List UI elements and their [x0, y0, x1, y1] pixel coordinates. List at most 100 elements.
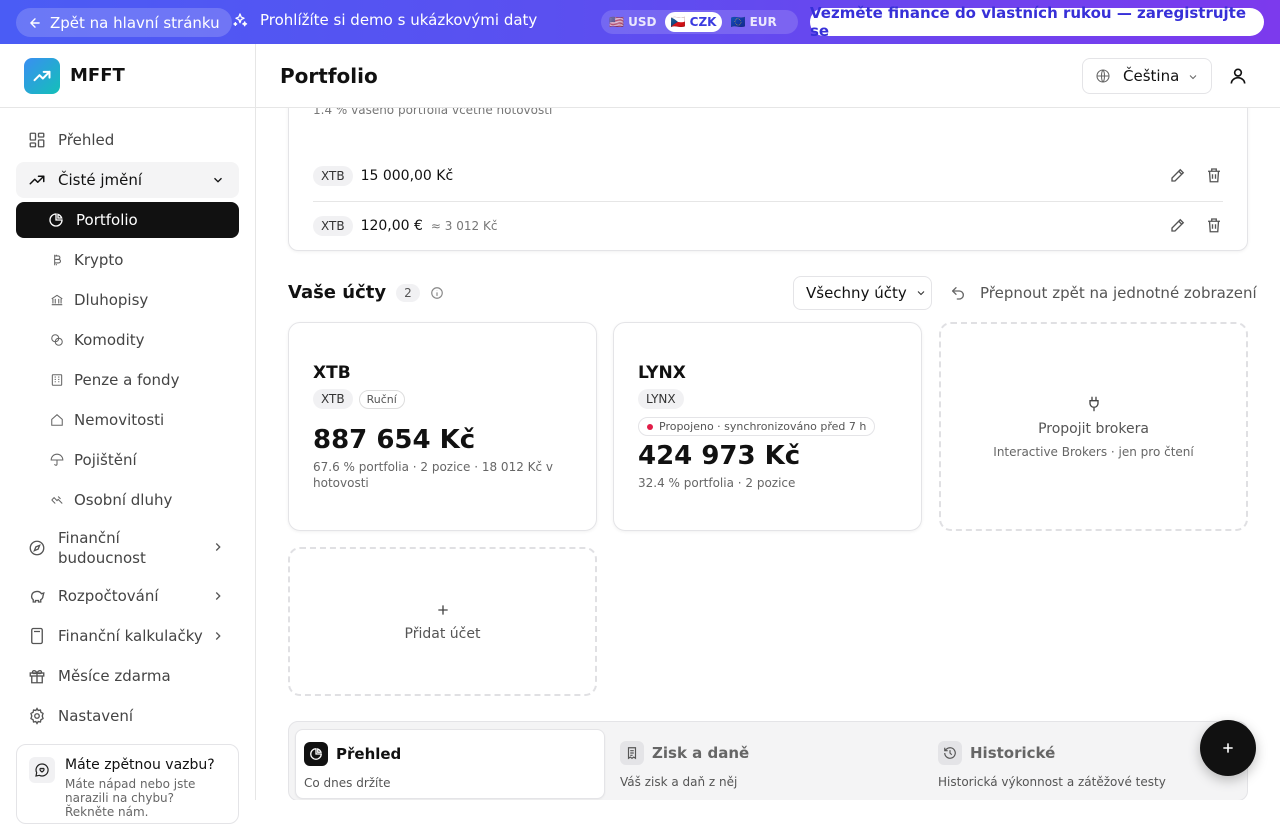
account-tag: XTB: [313, 389, 353, 409]
sidebar-item-label: Komodity: [74, 331, 145, 349]
gift-icon: [28, 667, 46, 685]
sidebar-item-nemovitosti[interactable]: Nemovitosti: [16, 402, 239, 438]
back-to-home-button[interactable]: Zpět na hlavní stránku: [16, 8, 232, 37]
compass-icon: [28, 539, 46, 557]
tab-subtitle: Historická výkonnost a zátěžové testy: [938, 775, 1166, 789]
sidebar-item-label: Přehled: [58, 131, 115, 149]
pie-chart-icon: [304, 742, 328, 766]
sidebar-nav: Přehled Čisté jmění Portfolio Krypto Dlu…: [16, 122, 239, 738]
cash-converted: ≈ 3 012 Kč: [430, 218, 498, 233]
account-mode-badge: Ruční: [358, 389, 405, 409]
currency-usd-button[interactable]: 🇺🇸 USD: [603, 12, 663, 32]
cash-row: XTB 120,00 € ≈ 3 012 Kč: [313, 201, 1223, 249]
bitcoin-icon: [50, 253, 64, 267]
trash-icon[interactable]: [1205, 166, 1223, 184]
sidebar-item-prehled[interactable]: Přehled: [16, 122, 239, 158]
edit-icon[interactable]: [1169, 166, 1187, 184]
tab-subtitle: Váš zisk a daň z něj: [620, 775, 738, 789]
sidebar-item-label: Nemovitosti: [74, 411, 165, 429]
switch-unified-view-button[interactable]: Přepnout zpět na jednotné zobrazení: [950, 284, 1257, 302]
globe-icon: [1095, 68, 1111, 84]
sidebar-item-rozpoctovani[interactable]: Rozpočtování: [16, 578, 239, 614]
account-card-xtb[interactable]: XTB XTB Ruční 887 654 Kč 67.6 % portfoli…: [288, 322, 597, 531]
tab-title: Přehled: [336, 745, 402, 763]
handshake-icon: [50, 493, 64, 507]
account-meta: 32.4 % portfolia · 2 pozice: [638, 476, 796, 490]
status-dot-icon: [647, 423, 653, 430]
account-meta: 67.6 % portfolia · 2 pozice · 18 012 Kč …: [313, 460, 554, 490]
accounts-title: Vaše účty: [288, 282, 387, 303]
account-card-lynx[interactable]: LYNX LYNX Propojeno · synchronizováno př…: [613, 322, 922, 531]
edit-icon[interactable]: [1169, 216, 1187, 234]
sidebar-item-nastaveni[interactable]: Nastavení: [16, 698, 239, 734]
currency-switcher: 🇺🇸 USD 🇨🇿 CZK 🇪🇺 EUR: [601, 10, 798, 34]
calculator-icon: [28, 627, 46, 645]
currency-eur-button[interactable]: 🇪🇺 EUR: [724, 12, 782, 32]
flag-cz-icon: 🇨🇿: [670, 15, 686, 29]
cash-amount: 120,00 €: [360, 217, 423, 234]
account-tag: LYNX: [638, 389, 684, 409]
account-value: 424 973 Kč: [638, 441, 801, 471]
trash-icon[interactable]: [1205, 216, 1223, 234]
sidebar-item-label: Rozpočtování: [58, 587, 159, 605]
sidebar-item-label: Dluhopisy: [74, 291, 149, 309]
tab-zisk-a-dane[interactable]: Zisk a daně Váš zisk a daň z něj: [612, 729, 922, 799]
add-fab-button[interactable]: [1200, 720, 1256, 776]
pie-chart-icon: [48, 212, 64, 228]
connect-broker-title: Propojit brokera: [1038, 420, 1149, 437]
sidebar-item-osobni-dluhy[interactable]: Osobní dluhy: [16, 482, 239, 518]
sidebar-item-financni-budoucnost[interactable]: Finanční budoucnost: [16, 522, 239, 574]
plus-icon: [435, 602, 451, 618]
sidebar-item-dluhopisy[interactable]: Dluhopisy: [16, 282, 239, 318]
currency-czk-button[interactable]: 🇨🇿 CZK: [664, 12, 723, 32]
sidebar-item-financni-kalkulacky[interactable]: Finanční kalkulačky: [16, 618, 239, 654]
sidebar-item-penze-a-fondy[interactable]: Penze a fondy: [16, 362, 239, 398]
sync-status-badge: Propojeno · synchronizováno před 7 h: [638, 417, 876, 436]
chevron-right-icon: [211, 629, 225, 643]
sidebar-item-krypto[interactable]: Krypto: [16, 242, 239, 278]
cash-subtitle: 1.4 % vašeho portfolia včetně hotovosti: [313, 108, 553, 117]
accounts-filter-select[interactable]: Všechny účty: [793, 276, 932, 310]
connect-broker-subtitle: Interactive Brokers · jen pro čtení: [993, 444, 1194, 459]
app-logo[interactable]: MFFT: [0, 44, 255, 108]
add-account-card[interactable]: Přidat účet: [288, 547, 597, 696]
account-value: 887 654 Kč: [313, 425, 476, 455]
sidebar-item-label: Finanční budoucnost: [58, 529, 146, 567]
accounts-filter-value: Všechny účty: [806, 284, 907, 302]
switch-unified-view-label: Přepnout zpět na jednotné zobrazení: [980, 284, 1257, 302]
user-icon[interactable]: [1228, 66, 1248, 86]
undo-icon: [950, 285, 966, 301]
flag-eu-icon: 🇪🇺: [730, 15, 746, 29]
sidebar-item-mesice-zdarma[interactable]: Měsíce zdarma: [16, 658, 239, 694]
sidebar-item-label: Pojištění: [74, 451, 137, 469]
sync-status-text: Propojeno · synchronizováno před 7 h: [659, 420, 867, 433]
feedback-card[interactable]: Máte zpětnou vazbu? Máte nápad nebo jste…: [16, 744, 239, 824]
sidebar-item-pojisteni[interactable]: Pojištění: [16, 442, 239, 478]
sidebar-item-portfolio[interactable]: Portfolio: [16, 202, 239, 238]
chevron-down-icon: [1187, 71, 1199, 83]
broker-tag: XTB: [313, 215, 353, 236]
bank-icon: [50, 293, 64, 307]
chevron-right-icon: [211, 540, 225, 554]
info-icon[interactable]: [430, 286, 444, 300]
page-header: Portfolio Čeština: [256, 44, 1280, 108]
currency-eur-label: EUR: [749, 15, 777, 29]
account-name: LYNX: [638, 363, 686, 383]
chevron-right-icon: [211, 589, 225, 603]
sidebar-item-komodity[interactable]: Komodity: [16, 322, 239, 358]
connect-broker-card[interactable]: Propojit brokera Interactive Brokers · j…: [939, 322, 1248, 531]
arrow-left-icon: [28, 16, 42, 30]
sidebar-item-label: Měsíce zdarma: [58, 667, 171, 685]
demo-banner: Zpět na hlavní stránku Prohlížíte si dem…: [0, 0, 1280, 44]
flag-us-icon: 🇺🇸: [609, 15, 624, 29]
receipt-icon: [620, 741, 644, 765]
tab-historicke[interactable]: Historické Historická výkonnost a zátěžo…: [930, 729, 1240, 799]
sidebar-item-ciste-jmeni[interactable]: Čisté jmění: [16, 162, 239, 198]
currency-czk-label: CZK: [689, 15, 717, 29]
language-select[interactable]: Čeština: [1082, 58, 1212, 94]
cash-card: 1.4 % vašeho portfolia včetně hotovosti …: [288, 108, 1248, 251]
tab-prehled[interactable]: Přehled Co dnes držíte: [295, 729, 605, 799]
broker-tag: XTB: [313, 166, 353, 186]
language-value: Čeština: [1123, 67, 1180, 85]
register-cta-button[interactable]: Vezměte finance do vlastních rukou — zar…: [810, 4, 1264, 40]
